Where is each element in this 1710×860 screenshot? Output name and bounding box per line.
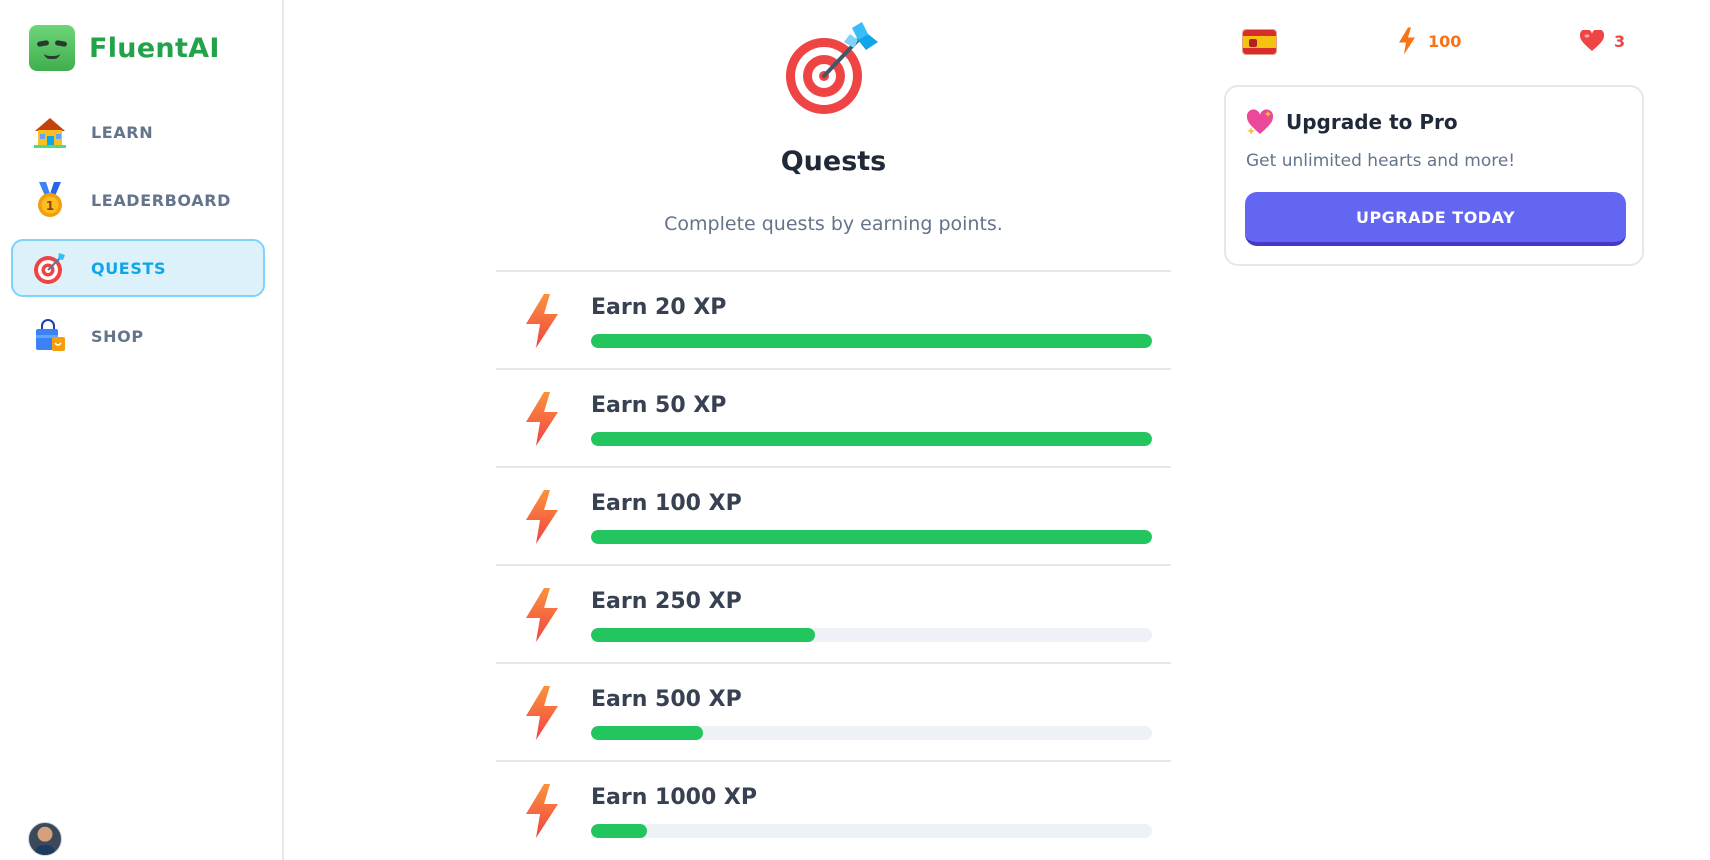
sidebar-item-label: LEADERBOARD [91, 190, 231, 210]
brand[interactable]: FluentAI [29, 25, 220, 71]
sidebar-item-label: QUESTS [91, 258, 167, 278]
quest-progress-fill [591, 530, 1152, 544]
page-title: Quests [780, 146, 887, 177]
sidebar-item-leaderboard[interactable]: 1 LEADERBOARD [11, 171, 265, 229]
upgrade-card: Upgrade to Pro Get unlimited hearts and … [1224, 85, 1644, 266]
quest-row: Earn 500 XP [496, 664, 1171, 762]
lightning-bolt-icon [526, 588, 558, 642]
spain-flag-icon[interactable] [1242, 29, 1277, 55]
page-subtitle: Complete quests by earning points. [664, 213, 1003, 235]
quest-progress-fill [591, 628, 816, 642]
sidebar-nav: LEARN 1 LEADERBOARD QUESTS SHOP [11, 103, 265, 375]
quest-progress-fill [591, 824, 648, 838]
sidebar-item-label: SHOP [91, 326, 144, 346]
sparkling-heart-icon [1246, 109, 1274, 135]
quest-progress-fill [591, 432, 1152, 446]
sidebar-item-quests[interactable]: QUESTS [11, 239, 265, 297]
lightning-bolt-icon [526, 784, 558, 838]
upgrade-card-header: Upgrade to Pro [1246, 109, 1458, 135]
brand-name: FluentAI [89, 32, 220, 64]
xp-stat[interactable]: 100 [1398, 26, 1461, 56]
lightning-bolt-icon [526, 490, 558, 544]
quest-title: Earn 20 XP [591, 295, 727, 320]
sidebar: FluentAI LEARN 1 LEADERBOARD QUESTS SHOP [0, 0, 284, 860]
xp-value: 100 [1428, 31, 1462, 51]
upgrade-title: Upgrade to Pro [1286, 110, 1458, 134]
quest-title: Earn 1000 XP [591, 785, 758, 810]
quest-row: Earn 1000 XP [496, 762, 1171, 860]
sidebar-item-learn[interactable]: LEARN [11, 103, 265, 161]
hearts-stat[interactable]: 3 [1580, 30, 1625, 52]
house-icon [32, 114, 68, 150]
quests-target-icon [786, 22, 878, 114]
quest-title: Earn 250 XP [591, 589, 742, 614]
heart-icon [1580, 30, 1604, 51]
brand-logo-icon [29, 25, 75, 71]
quest-title: Earn 100 XP [591, 491, 742, 516]
quest-progress-bar [591, 334, 1152, 348]
quest-list: Earn 20 XP Earn 50 XP Earn 100 XP Earn 2… [496, 270, 1171, 860]
medal-icon: 1 [32, 182, 68, 218]
sidebar-item-label: LEARN [91, 122, 154, 142]
quest-progress-fill [591, 334, 1152, 348]
quest-progress-bar [591, 432, 1152, 446]
lightning-bolt-icon [526, 686, 558, 740]
sidebar-item-shop[interactable]: SHOP [11, 307, 265, 365]
shopping-bag-icon [32, 318, 68, 354]
quest-title: Earn 500 XP [591, 687, 742, 712]
quest-progress-bar [591, 726, 1152, 740]
lightning-bolt-icon [526, 294, 558, 348]
user-stats-bar: 100 3 [1242, 26, 1632, 58]
lightning-bolt-icon [526, 392, 558, 446]
target-icon [32, 250, 68, 286]
lightning-bolt-icon [1399, 27, 1415, 55]
user-avatar[interactable] [28, 822, 62, 856]
quest-progress-bar [591, 530, 1152, 544]
svg-text:1: 1 [46, 199, 54, 213]
quest-progress-fill [591, 726, 704, 740]
upgrade-subtitle: Get unlimited hearts and more! [1246, 151, 1516, 171]
quest-row: Earn 50 XP [496, 370, 1171, 468]
hearts-value: 3 [1614, 31, 1626, 51]
quest-title: Earn 50 XP [591, 393, 727, 418]
quest-row: Earn 100 XP [496, 468, 1171, 566]
quest-row: Earn 20 XP [496, 272, 1171, 370]
quest-progress-bar [591, 824, 1152, 838]
quest-progress-bar [591, 628, 1152, 642]
quest-row: Earn 250 XP [496, 566, 1171, 664]
upgrade-button[interactable]: UPGRADE TODAY [1245, 192, 1626, 246]
